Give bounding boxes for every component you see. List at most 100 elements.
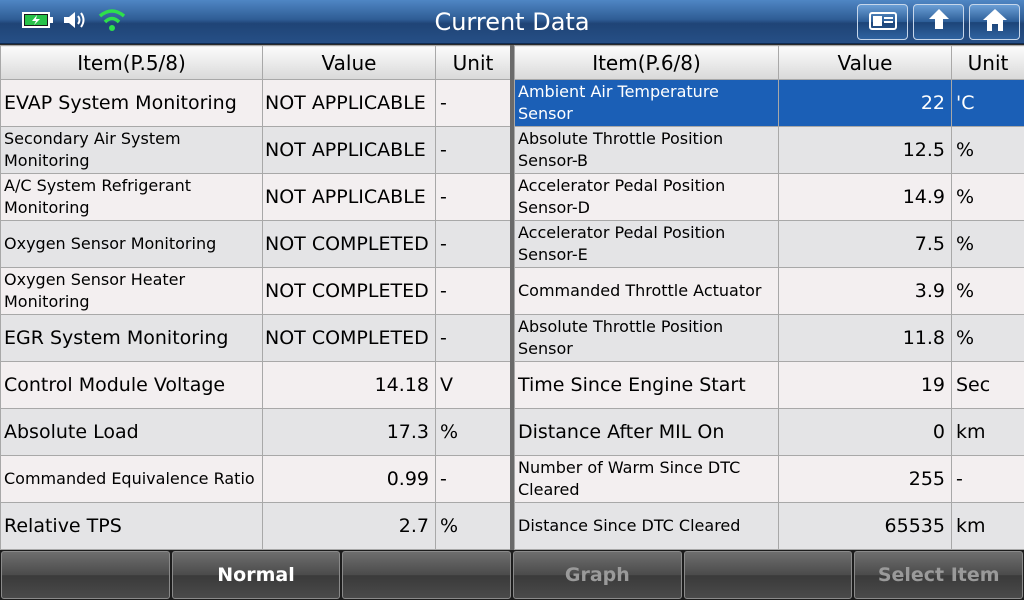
right-data-table: Item(P.6/8) Value Unit Ambient Air Tempe… [514, 45, 1024, 550]
item-value: 11.8 [778, 314, 952, 362]
item-name: Distance Since DTC Cleared [514, 502, 779, 550]
item-value: NOT COMPLETED [262, 267, 436, 315]
table-row[interactable]: Absolute Throttle Position Sensor-B 12.5… [514, 126, 1024, 174]
item-name: Oxygen Sensor Monitoring [0, 220, 263, 268]
item-name: Accelerator Pedal Position Sensor-E [514, 220, 779, 268]
column-header-value: Value [778, 45, 952, 80]
back-button[interactable] [913, 4, 964, 40]
item-unit: - [435, 455, 511, 503]
table-row[interactable]: Commanded Equivalence Ratio 0.99 - [0, 455, 511, 503]
toolbar-button-3[interactable] [342, 551, 512, 599]
item-name: Absolute Throttle Position Sensor [514, 314, 779, 362]
graph-button[interactable]: Graph [513, 551, 682, 599]
item-name: Absolute Throttle Position Sensor-B [514, 126, 779, 174]
left-data-table: Item(P.5/8) Value Unit EVAP System Monit… [0, 45, 511, 550]
item-name: Absolute Load [0, 408, 263, 456]
item-name: Ambient Air Temperature Sensor [514, 79, 779, 127]
table-row[interactable]: Control Module Voltage 14.18 V [0, 361, 511, 409]
item-unit: km [951, 408, 1024, 456]
item-name: Commanded Equivalence Ratio [0, 455, 263, 503]
item-unit: % [435, 502, 511, 550]
item-name: Time Since Engine Start [514, 361, 779, 409]
home-icon [981, 7, 1009, 37]
item-unit: % [951, 173, 1024, 221]
item-value: 255 [778, 455, 952, 503]
item-value: NOT COMPLETED [262, 220, 436, 268]
table-row[interactable]: Distance After MIL On 0 km [514, 408, 1024, 456]
toolbar-button-1[interactable] [1, 551, 170, 599]
item-unit: Sec [951, 361, 1024, 409]
item-value: 12.5 [778, 126, 952, 174]
table-row[interactable]: Commanded Throttle Actuator 3.9 % [514, 267, 1024, 315]
table-row[interactable]: Secondary Air System Monitoring NOT APPL… [0, 126, 511, 174]
select-item-button[interactable]: Select Item [854, 551, 1024, 599]
item-value: 0.99 [262, 455, 436, 503]
item-value: 65535 [778, 502, 952, 550]
item-unit: - [435, 220, 511, 268]
table-row[interactable]: EGR System Monitoring NOT COMPLETED - [0, 314, 511, 362]
bottom-toolbar: Normal Graph Select Item [0, 550, 1024, 600]
item-unit: % [951, 314, 1024, 362]
item-name: Distance After MIL On [514, 408, 779, 456]
table-row[interactable]: Number of Warm Since DTC Cleared 255 - [514, 455, 1024, 503]
home-button[interactable] [969, 4, 1020, 40]
item-value: 7.5 [778, 220, 952, 268]
table-row[interactable]: Time Since Engine Start 19 Sec [514, 361, 1024, 409]
screenshot-button[interactable] [857, 4, 908, 40]
table-row[interactable]: Oxygen Sensor Monitoring NOT COMPLETED - [0, 220, 511, 268]
item-name: Commanded Throttle Actuator [514, 267, 779, 315]
item-value: NOT APPLICABLE [262, 79, 436, 127]
item-name: A/C System Refrigerant Monitoring [0, 173, 263, 221]
table-row[interactable]: Accelerator Pedal Position Sensor-D 14.9… [514, 173, 1024, 221]
item-name: Accelerator Pedal Position Sensor-D [514, 173, 779, 221]
table-row[interactable]: Accelerator Pedal Position Sensor-E 7.5 … [514, 220, 1024, 268]
column-header-unit: Unit [435, 45, 511, 80]
item-unit: V [435, 361, 511, 409]
item-name: EGR System Monitoring [0, 314, 263, 362]
item-unit: - [435, 314, 511, 362]
item-unit: - [435, 267, 511, 315]
table-row[interactable]: A/C System Refrigerant Monitoring NOT AP… [0, 173, 511, 221]
item-name: Control Module Voltage [0, 361, 263, 409]
item-name: Number of Warm Since DTC Cleared [514, 455, 779, 503]
table-row[interactable]: Absolute Throttle Position Sensor 11.8 % [514, 314, 1024, 362]
item-unit: - [435, 79, 511, 127]
item-unit: - [435, 126, 511, 174]
item-value: NOT COMPLETED [262, 314, 436, 362]
screenshot-icon [868, 9, 898, 35]
item-name: Relative TPS [0, 502, 263, 550]
table-row-selected[interactable]: Ambient Air Temperature Sensor 22 'C [514, 79, 1024, 127]
title-bar: Current Data [0, 0, 1024, 44]
normal-button[interactable]: Normal [171, 551, 341, 599]
table-row[interactable]: Absolute Load 17.3 % [0, 408, 511, 456]
column-header-item: Item(P.6/8) [514, 45, 779, 80]
item-name: Oxygen Sensor Heater Monitoring [0, 267, 263, 315]
item-value: 19 [778, 361, 952, 409]
column-header-item: Item(P.5/8) [0, 45, 263, 80]
table-row[interactable]: Relative TPS 2.7 % [0, 502, 511, 550]
item-unit: - [435, 173, 511, 221]
item-unit: % [951, 267, 1024, 315]
item-value: 22 [778, 79, 952, 127]
item-value: 0 [778, 408, 952, 456]
table-row[interactable]: Distance Since DTC Cleared 65535 km [514, 502, 1024, 550]
item-value: 14.18 [262, 361, 436, 409]
item-unit: % [951, 220, 1024, 268]
item-unit: 'C [951, 79, 1024, 127]
table-row[interactable]: EVAP System Monitoring NOT APPLICABLE - [0, 79, 511, 127]
item-value: 2.7 [262, 502, 436, 550]
back-icon [926, 7, 952, 37]
column-header-unit: Unit [951, 45, 1024, 80]
item-unit: % [951, 126, 1024, 174]
column-header-value: Value [262, 45, 436, 80]
item-unit: - [951, 455, 1024, 503]
item-unit: % [435, 408, 511, 456]
item-name: EVAP System Monitoring [0, 79, 263, 127]
item-value: NOT APPLICABLE [262, 173, 436, 221]
toolbar-button-5[interactable] [683, 551, 853, 599]
table-row[interactable]: Oxygen Sensor Heater Monitoring NOT COMP… [0, 267, 511, 315]
item-value: 17.3 [262, 408, 436, 456]
item-value: 14.9 [778, 173, 952, 221]
item-unit: km [951, 502, 1024, 550]
item-value: 3.9 [778, 267, 952, 315]
